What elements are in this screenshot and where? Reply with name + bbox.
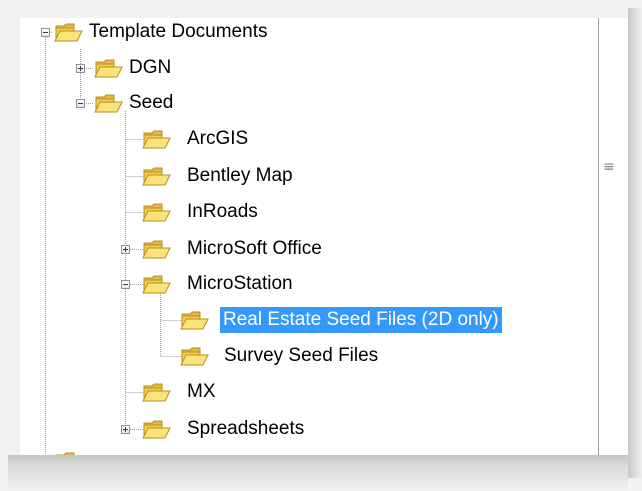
window-shadow-bottom (8, 455, 628, 491)
open-folder-icon (142, 130, 171, 149)
tree-item-template-documents[interactable]: Template Documents (86, 19, 270, 45)
collapse-seed-icon[interactable] (76, 99, 85, 108)
window-frame: Template Documents DGN Seed ArcGIS Bentl… (0, 0, 642, 491)
tree-item-spreadsheets[interactable]: Spreadsheets (184, 416, 307, 442)
open-folder-icon (142, 275, 171, 294)
open-folder-icon (54, 23, 83, 42)
open-folder-icon (94, 59, 123, 78)
folder-tree-panel[interactable]: Template Documents DGN Seed ArcGIS Bentl… (20, 18, 598, 455)
tree-item-real-estate-seed-files[interactable]: Real Estate Seed Files (2D only) (220, 307, 502, 333)
expand-spreadsheets-icon[interactable] (121, 425, 130, 434)
collapse-root-icon[interactable] (41, 28, 50, 37)
open-folder-icon (94, 94, 123, 113)
window-shadow-right (628, 8, 642, 478)
open-folder-icon (142, 240, 171, 259)
open-folder-icon (180, 311, 209, 330)
tree-item-seed[interactable]: Seed (126, 90, 176, 116)
splitter-grip-icon[interactable]: ≡ (603, 160, 615, 174)
tree-item-dgn[interactable]: DGN (126, 55, 174, 81)
expand-dgn-icon[interactable] (76, 64, 85, 73)
open-folder-icon (142, 203, 171, 222)
open-folder-icon (142, 167, 171, 186)
open-folder-icon (55, 452, 75, 455)
tree-item-microsoft-office[interactable]: MicroSoft Office (184, 236, 325, 262)
open-folder-icon (180, 347, 209, 366)
tree-item-bentley-map[interactable]: Bentley Map (184, 163, 296, 189)
expand-microsoft-office-icon[interactable] (121, 245, 130, 254)
tree-item-microstation[interactable]: MicroStation (184, 271, 296, 297)
collapse-microstation-icon[interactable] (121, 280, 130, 289)
tree-item-survey-seed-files[interactable]: Survey Seed Files (221, 343, 381, 369)
tree-item-mx[interactable]: MX (184, 379, 219, 405)
adjacent-pane (599, 18, 628, 455)
open-folder-icon (142, 420, 171, 439)
tree-item-inroads[interactable]: InRoads (184, 199, 261, 225)
tree-item-arcgis[interactable]: ArcGIS (184, 126, 251, 152)
open-folder-icon (142, 383, 171, 402)
